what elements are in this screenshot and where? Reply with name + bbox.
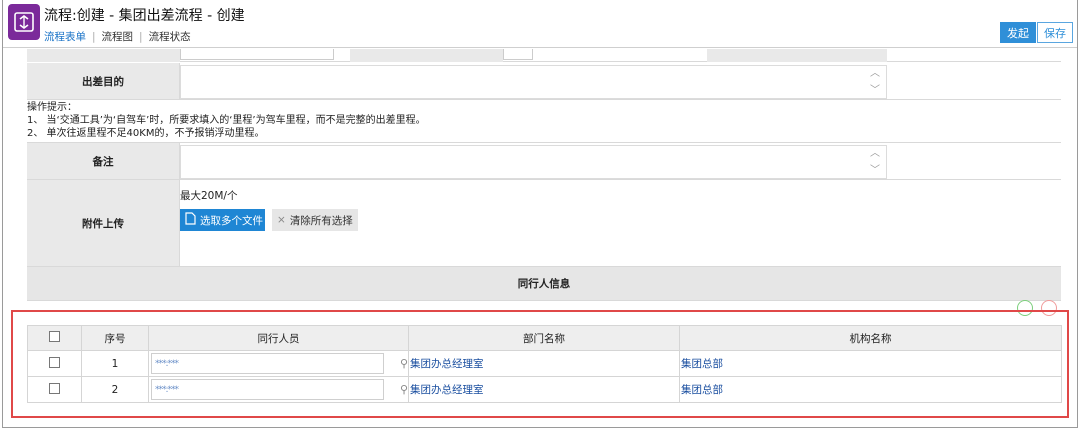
divider [27,300,1061,301]
column-header: 机构名称 [679,325,1062,351]
org-cell: 集团总部 [679,350,1062,377]
file-icon [185,212,196,228]
table-row: 2 ***:*** ⚲ 集团办总经理室 集团总部 [27,376,1062,403]
row-select-cell [27,350,82,377]
department-cell: 集团办总经理室 [408,350,680,377]
hint-line: 1、 当‘交通工具’为‘自驾车’时，所要求填入的‘里程’为驾车里程，而不是完整的… [27,115,426,126]
operation-hint: 操作提示： 1、 当‘交通工具’为‘自驾车’时，所要求填入的‘里程’为驾车里程，… [27,101,426,140]
person-cell: ***:*** ⚲ [148,376,409,403]
department-cell: 集团办总经理室 [408,376,680,403]
purpose-row: 出差目的 ︿ ﹀ [27,63,1061,100]
select-files-button[interactable]: 选取多个文件 [180,209,265,231]
scroll-down-icon[interactable]: ﹀ [870,86,880,96]
search-icon[interactable]: ⚲ [400,383,408,396]
department-link[interactable]: 集团办总经理室 [409,384,484,396]
row-number: 1 [81,350,149,377]
tab-form[interactable]: 流程表单 [44,29,86,44]
companion-section-title: 同行人信息 [27,267,1061,300]
row-number: 2 [81,376,149,403]
person-input[interactable]: ***:*** [151,379,384,400]
remark-row: 备注 ︿ ﹀ [27,142,1061,180]
clipped-row [27,49,1061,62]
clipped-input[interactable] [180,49,334,60]
clipped-label [27,49,180,62]
attachment-max-size: 最大20M/个 [180,190,238,202]
page-header: 流程:创建 - 集团出差流程 - 创建 流程表单 | 流程图 | 流程状态 发起… [3,0,1077,48]
tab-separator: | [139,30,143,43]
hint-line: 操作提示： [27,102,77,113]
tab-flowchart[interactable]: 流程图 [102,29,134,44]
save-button[interactable]: 保存 [1037,22,1073,43]
select-files-label: 选取多个文件 [200,214,263,227]
tab-status[interactable]: 流程状态 [149,29,191,44]
org-link[interactable]: 集团总部 [680,384,723,396]
select-all-checkbox[interactable] [49,331,60,342]
column-header: 部门名称 [408,325,680,351]
purpose-label: 出差目的 [27,63,180,99]
table-header-row: 序号 同行人员 部门名称 机构名称 [27,325,1062,351]
department-link[interactable]: 集团办总经理室 [409,358,484,370]
submit-button[interactable]: 发起 [1000,22,1036,43]
person-cell: ***:*** ⚲ [148,350,409,377]
purpose-textarea[interactable]: ︿ ﹀ [180,65,887,99]
search-icon[interactable]: ⚲ [400,357,408,370]
clipped-select[interactable] [503,49,533,60]
select-all-cell [27,325,82,351]
clipped-label [350,49,503,62]
tab-bar: 流程表单 | 流程图 | 流程状态 [44,29,191,44]
row-select-cell [27,376,82,403]
table-row: 1 ***:*** ⚲ 集团办总经理室 集团总部 [27,350,1062,377]
remark-label: 备注 [27,143,180,179]
scroll-up-icon[interactable]: ︿ [870,69,880,79]
row-checkbox[interactable] [49,356,60,368]
scroll-up-icon[interactable]: ︿ [870,149,880,159]
org-cell: 集团总部 [679,376,1062,403]
clipped-label [707,49,887,62]
scroll-down-icon[interactable]: ﹀ [870,166,880,176]
person-input[interactable]: ***:*** [151,353,384,374]
app-logo-icon [8,4,40,40]
org-link[interactable]: 集团总部 [680,358,723,370]
remark-textarea[interactable]: ︿ ﹀ [180,145,887,179]
close-icon: × [277,214,286,226]
clear-all-button[interactable]: × 清除所有选择 [272,209,358,231]
tab-separator: | [92,30,96,43]
companion-table: 序号 同行人员 部门名称 机构名称 1 ***:*** ⚲ 集团办总经理室 集团… [27,325,1062,403]
column-header: 同行人员 [148,325,409,351]
row-checkbox[interactable] [49,382,60,394]
hint-line: 2、 单次往返里程不足40KM的，不予报销浮动里程。 [27,128,265,139]
attachment-label: 附件上传 [27,180,180,266]
page-title: 流程:创建 - 集团出差流程 - 创建 [44,8,245,24]
clear-all-label: 清除所有选择 [289,214,353,227]
column-header: 序号 [81,325,149,351]
